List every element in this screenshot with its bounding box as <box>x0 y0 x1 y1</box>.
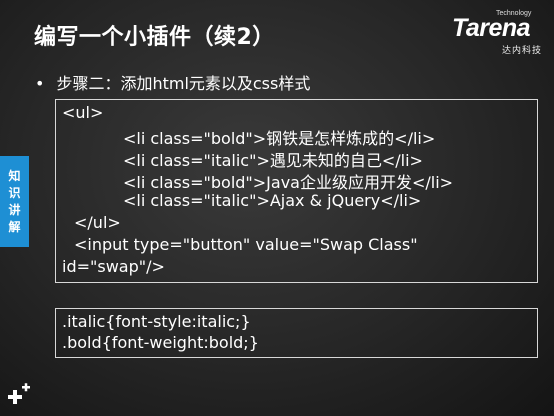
code-line: <li class="italic">Ajax & jQuery</li> <box>123 191 422 210</box>
html-code-box: <ul> <li class="bold">钢铁是怎样炼成的</li> <li … <box>55 99 538 283</box>
logo-wordmark: Tarena <box>452 14 531 42</box>
code-line: </ul> <box>74 213 121 232</box>
side-tab-char: 知 <box>8 168 21 183</box>
side-tab-char: 识 <box>8 185 21 200</box>
code-line: <ul> <box>62 103 104 122</box>
tarena-logo: Technology Tarena 达内科技 <box>452 10 548 56</box>
bullet-dot-icon: • <box>35 74 45 93</box>
code-line: <li class="italic">遇见未知的自己</li> <box>123 151 423 170</box>
code-line: id="swap"/> <box>62 257 165 276</box>
css-line: .italic{font-style:italic;} <box>62 312 251 331</box>
slide-title: 编写一个小插件（续2） <box>34 25 275 50</box>
css-line: .bold{font-weight:bold;} <box>62 333 259 352</box>
code-line: <li class="bold">Java企业级应用开发</li> <box>123 173 454 192</box>
side-tab-char: 讲 <box>8 202 21 217</box>
plus-icon[interactable] <box>5 382 33 410</box>
bullet-text: 步骤二：添加html元素以及css样式 <box>56 74 311 93</box>
code-line: <li class="bold">钢铁是怎样炼成的</li> <box>123 129 436 148</box>
side-tab-knowledge[interactable]: 知 识 讲 解 <box>0 156 29 247</box>
logo-subtitle: 达内科技 <box>502 46 543 56</box>
side-tab-char: 解 <box>8 219 21 234</box>
code-line: <input type="button" value="Swap Class" <box>74 235 418 254</box>
css-code-box: .italic{font-style:italic;} .bold{font-w… <box>55 308 538 358</box>
bullet-point: • 步骤二：添加html元素以及css样式 <box>35 70 310 94</box>
